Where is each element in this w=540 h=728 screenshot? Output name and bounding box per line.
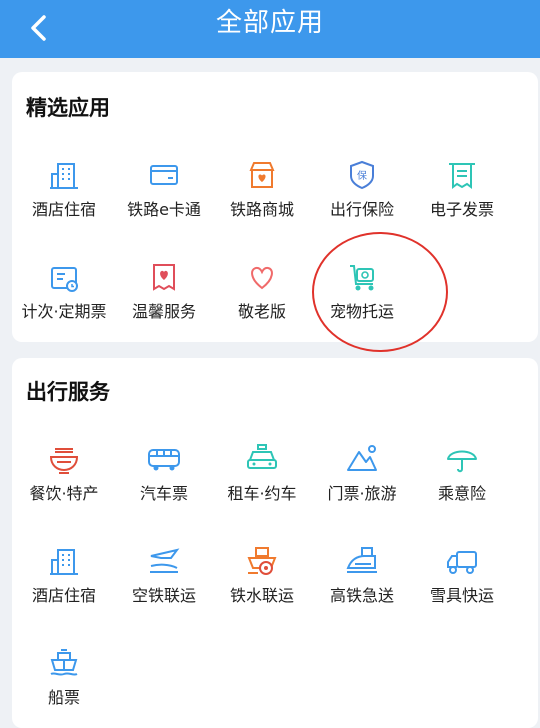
app-item-label: 门票·旅游: [327, 484, 397, 503]
app-item[interactable]: 铁水联运: [209, 544, 315, 606]
ship-train-icon: [245, 544, 279, 578]
insurance-shield-icon: 保: [345, 158, 379, 192]
app-item[interactable]: 租车·约车: [209, 442, 315, 504]
app-item-label: 酒店住宿: [31, 586, 96, 605]
card-icon: [147, 158, 181, 192]
app-item-label: 空铁联运: [131, 586, 196, 605]
app-item[interactable]: 电子发票: [409, 158, 515, 220]
app-item-label: 乘意险: [437, 484, 486, 503]
app-item-label: 汽车票: [139, 484, 188, 503]
app-item-label: 电子发票: [429, 200, 494, 219]
app-item-label: 铁路e卡通: [127, 200, 201, 219]
section-title: 精选应用: [26, 96, 110, 120]
app-item-label: 餐饮·特产: [29, 484, 99, 503]
app-item-label: 雪具快运: [429, 586, 494, 605]
heart-ticket-icon: [147, 260, 181, 294]
app-item[interactable]: 船票: [11, 646, 117, 708]
app-item-label: 高铁急送: [329, 586, 394, 605]
app-item[interactable]: 铁路商城: [209, 158, 315, 220]
header-bar: 全部应用: [0, 0, 540, 58]
app-item-label: 出行保险: [329, 200, 394, 219]
app-item[interactable]: 温馨服务: [111, 260, 217, 322]
plane-train-icon: [147, 544, 181, 578]
app-item-label: 铁路商城: [229, 200, 294, 219]
invoice-icon: [445, 158, 479, 192]
high-speed-train-icon: [345, 544, 379, 578]
app-item[interactable]: 汽车票: [111, 442, 217, 504]
section-title: 出行服务: [26, 380, 110, 404]
taxi-icon: [245, 442, 279, 476]
travel-services-card: 出行服务 餐饮·特产 汽车票 租车·约车 门票·旅游 乘意险酒店住宿 空铁联运 铁水联运 高铁…: [12, 358, 538, 728]
featured-apps-card: 精选应用 酒店住宿 铁路e卡通 铁路商城保出行保险 电子发票 计次·定期票 温馨服务 敬老版…: [12, 72, 538, 342]
app-item-label: 计次·定期票: [21, 302, 107, 321]
app-item[interactable]: 门票·旅游: [309, 442, 415, 504]
svg-text:保: 保: [357, 169, 367, 182]
app-item[interactable]: 铁路e卡通: [111, 158, 217, 220]
app-item-label: 租车·约车: [227, 484, 297, 503]
shop-icon: [245, 158, 279, 192]
app-item[interactable]: 餐饮·特产: [11, 442, 117, 504]
app-item[interactable]: 计次·定期票: [11, 260, 117, 322]
delivery-truck-icon: [445, 544, 479, 578]
app-item[interactable]: 乘意险: [409, 442, 515, 504]
noodle-bowl-icon: [47, 442, 81, 476]
mountain-icon: [345, 442, 379, 476]
app-item-label: 船票: [47, 688, 80, 707]
app-item[interactable]: 空铁联运: [111, 544, 217, 606]
annotation-circle: [312, 232, 448, 352]
bus-icon: [147, 442, 181, 476]
app-item[interactable]: 敬老版: [209, 260, 315, 322]
app-item[interactable]: 保出行保险: [309, 158, 415, 220]
app-item-label: 酒店住宿: [31, 200, 96, 219]
app-item[interactable]: 高铁急送: [309, 544, 415, 606]
app-item[interactable]: 酒店住宿: [11, 158, 117, 220]
hotel-building-icon: [47, 158, 81, 192]
app-item-label: 敬老版: [237, 302, 286, 321]
hotel-building-icon: [47, 544, 81, 578]
app-item-label: 铁水联运: [229, 586, 294, 605]
page-title: 全部应用: [215, 8, 324, 38]
app-item-label: 温馨服务: [131, 302, 196, 321]
umbrella-icon: [445, 442, 479, 476]
heart-icon: [245, 260, 279, 294]
ship-icon: [47, 646, 81, 680]
app-item[interactable]: 酒店住宿: [11, 544, 117, 606]
calendar-ticket-icon: [47, 260, 81, 294]
app-item[interactable]: 雪具快运: [409, 544, 515, 606]
